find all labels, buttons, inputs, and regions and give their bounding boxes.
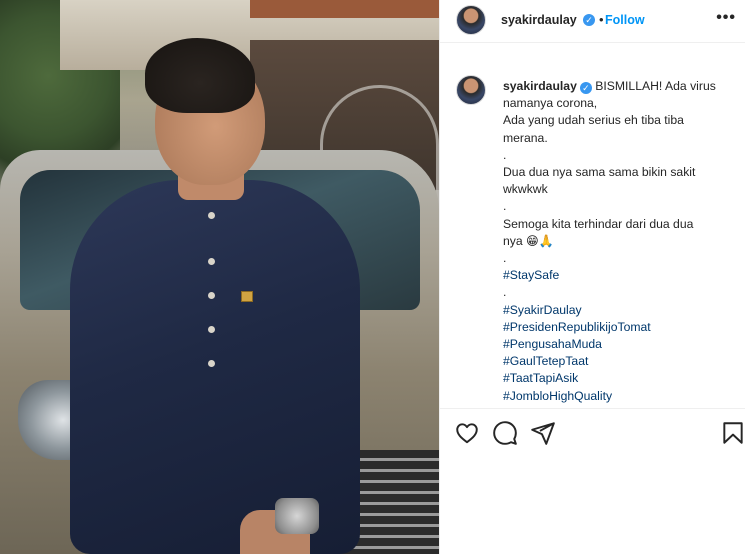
shirt-button	[208, 360, 215, 367]
post-side-panel: syakirdaulay ✓ • Follow ••• syakirdaulay…	[439, 0, 745, 554]
caption-line: .	[503, 147, 507, 162]
caption-line: .	[503, 251, 507, 266]
caption-line-text: BISMILLAH! Ada virus	[595, 79, 716, 93]
post-header: syakirdaulay ✓ • Follow •••	[440, 0, 745, 43]
caption-avatar[interactable]	[456, 75, 486, 105]
caption-text: syakirdaulay ✓ BISMILLAH! Ada virus naman…	[503, 78, 738, 405]
caption-line: .	[503, 285, 507, 300]
caption-line: merana.	[503, 130, 548, 145]
action-bar	[440, 408, 745, 456]
header-username[interactable]: syakirdaulay	[501, 13, 577, 27]
caption-line: namanya corona,	[503, 96, 598, 111]
hashtag-link[interactable]: #PengusahaMuda	[503, 336, 738, 353]
bookmark-icon[interactable]	[720, 420, 745, 446]
post-photo[interactable]	[0, 0, 439, 554]
shirt-button	[208, 212, 215, 219]
caption-line: wkwkwk	[503, 182, 548, 197]
photo-person-body	[70, 180, 360, 554]
caption: syakirdaulay ✓ BISMILLAH! Ada virus naman…	[440, 57, 745, 413]
more-options-icon[interactable]: •••	[716, 9, 736, 27]
caption-line: syakirdaulay ✓ BISMILLAH! Ada virus	[503, 78, 738, 95]
caption-line: nya 😁🙏	[503, 233, 554, 248]
caption-line: .	[503, 199, 507, 214]
photo-watch	[275, 498, 319, 534]
caption-line: Semoga kita terhindar dari dua dua	[503, 216, 694, 231]
shirt-button	[208, 326, 215, 333]
caption-line: Ada yang udah serius eh tiba tiba	[503, 113, 684, 128]
photo-person-hair	[145, 38, 255, 113]
shirt-button	[208, 258, 215, 265]
header-separator: •	[599, 12, 604, 27]
hashtag-link[interactable]: #JombloHighQuality	[503, 388, 738, 405]
heart-icon[interactable]	[454, 420, 480, 446]
caption-username[interactable]: syakirdaulay	[503, 79, 577, 93]
share-icon[interactable]	[530, 420, 556, 446]
verified-badge-icon: ✓	[579, 82, 592, 94]
verified-badge-icon: ✓	[583, 14, 595, 26]
shirt-pin	[241, 291, 253, 302]
hashtag-link[interactable]: #SyakirDaulay	[503, 302, 738, 319]
hashtag-link[interactable]: #TaatTapiAsik	[503, 370, 738, 387]
avatar[interactable]	[456, 5, 486, 35]
hashtag-link[interactable]: #GaulTetepTaat	[503, 353, 738, 370]
caption-line: Dua dua nya sama sama bikin sakit	[503, 165, 696, 180]
hashtag-link[interactable]: #PresidenRepublikijoTomat	[503, 319, 738, 336]
hashtag-link[interactable]: #StaySafe	[503, 267, 738, 284]
comment-icon[interactable]	[492, 420, 518, 446]
shirt-button	[208, 292, 215, 299]
photo-beam	[250, 0, 439, 18]
follow-button[interactable]: Follow	[605, 13, 645, 27]
